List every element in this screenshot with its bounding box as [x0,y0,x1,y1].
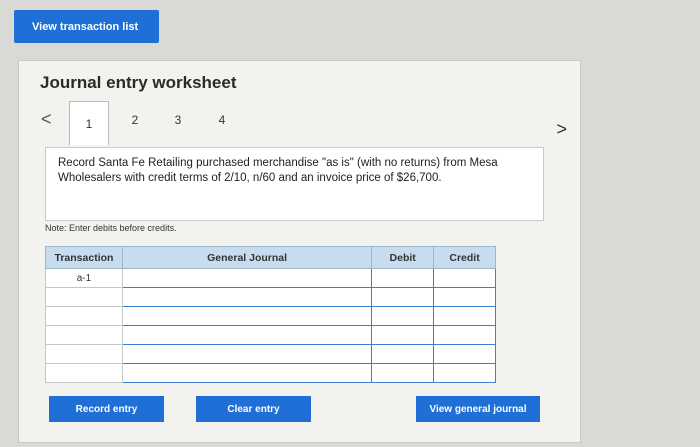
tab-2[interactable]: 2 [115,101,155,139]
chevron-right-icon[interactable]: > [556,119,567,140]
credit-input[interactable] [433,287,496,307]
record-entry-button[interactable]: Record entry [49,396,164,422]
debit-input[interactable] [371,306,435,326]
credit-input[interactable] [433,363,496,383]
account-input[interactable] [121,363,373,383]
credit-input[interactable] [433,344,496,364]
tab-4[interactable]: 4 [202,101,242,139]
clear-entry-button[interactable]: Clear entry [196,396,311,422]
transaction-cell [45,287,123,307]
header-general-journal: General Journal [121,246,373,269]
journal-table: Transaction General Journal Debit Credit… [45,246,496,383]
chevron-left-icon[interactable]: < [41,109,52,130]
table-row [45,287,496,307]
transaction-cell: a-1 [45,268,123,288]
table-row: a-1 [45,268,496,288]
debit-input[interactable] [371,363,435,383]
header-debit: Debit [371,246,435,269]
note-text: Note: Enter debits before credits. [45,223,177,233]
table-row [45,306,496,326]
transaction-cell [45,325,123,345]
table-row [45,363,496,383]
view-general-journal-button[interactable]: View general journal [416,396,540,422]
transaction-cell [45,363,123,383]
credit-input[interactable] [433,268,496,288]
header-transaction: Transaction [45,246,123,269]
transaction-cell [45,344,123,364]
question-text: Record Santa Fe Retailing purchased merc… [45,147,544,221]
header-credit: Credit [433,246,496,269]
credit-input[interactable] [433,325,496,345]
tab-3[interactable]: 3 [158,101,198,139]
account-input[interactable] [121,344,373,364]
debit-input[interactable] [371,344,435,364]
worksheet-tabs: < 1 2 3 4 > [41,101,567,145]
journal-entry-worksheet-panel: Journal entry worksheet < 1 2 3 4 > Reco… [18,60,581,443]
table-row [45,344,496,364]
transaction-cell [45,306,123,326]
debit-input[interactable] [371,325,435,345]
account-input[interactable] [121,306,373,326]
debit-input[interactable] [371,287,435,307]
debit-input[interactable] [371,268,435,288]
tab-1[interactable]: 1 [69,101,109,145]
worksheet-title: Journal entry worksheet [40,73,237,92]
table-row [45,325,496,345]
account-input[interactable] [121,287,373,307]
view-transaction-list-button[interactable]: View transaction list [14,10,159,43]
credit-input[interactable] [433,306,496,326]
account-input[interactable] [121,325,373,345]
account-input[interactable] [121,268,373,288]
